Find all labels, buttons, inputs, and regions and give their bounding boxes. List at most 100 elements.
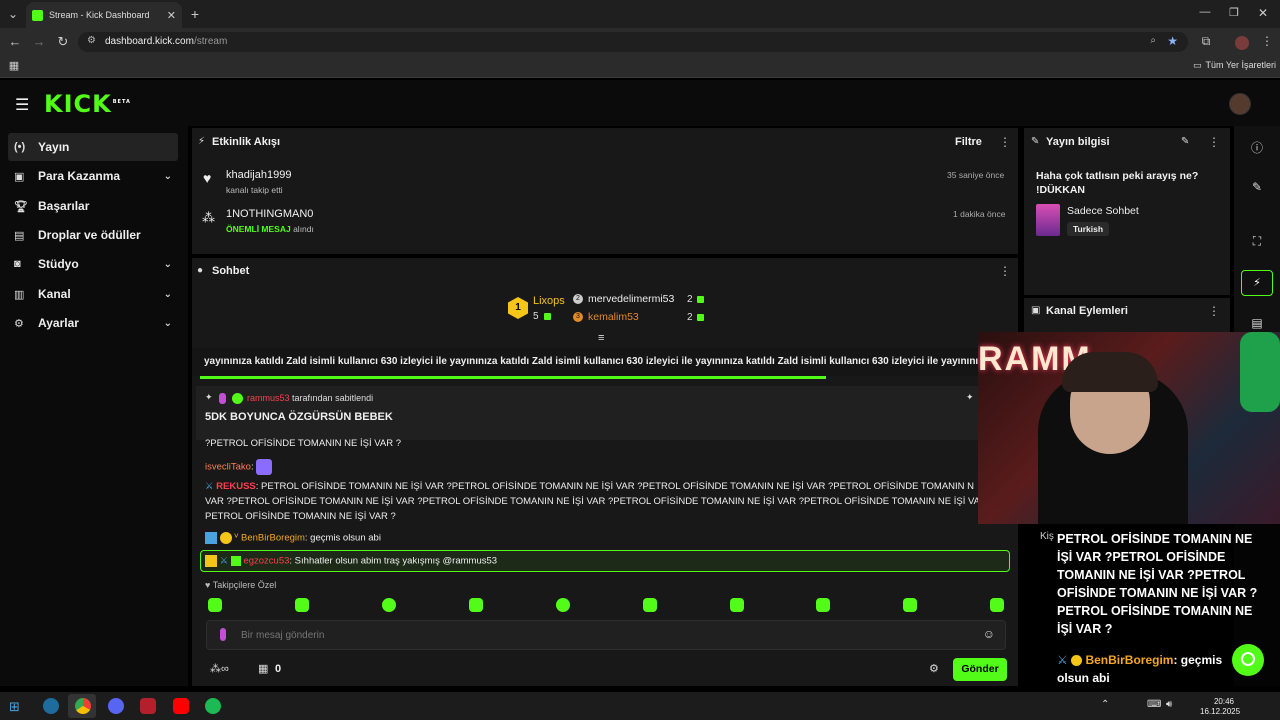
sidebar-item-achievements[interactable]: 🏆︎ Başarılar (8, 192, 178, 220)
kick-logo[interactable]: KICKBETA (44, 90, 131, 118)
profile-avatar[interactable] (1235, 36, 1249, 50)
sidebar-item-settings[interactable]: ⚙ Ayarlar ⌄ (8, 309, 178, 337)
info-icon[interactable]: ⓘ (1248, 139, 1266, 156)
emote-button[interactable] (382, 598, 396, 612)
expand-leaderboard-icon[interactable]: ≡ (598, 332, 604, 344)
chat-message: isvecliTako: (205, 459, 273, 475)
emote-button[interactable] (990, 598, 1004, 612)
emote-button[interactable] (643, 598, 657, 612)
send-button[interactable]: Gönder (953, 658, 1007, 681)
back-icon[interactable]: ← (6, 34, 24, 49)
zoom-icon[interactable]: ⌕ (1150, 35, 1156, 46)
all-bookmarks[interactable]: ▭ Tüm Yer İşaretleri (1193, 60, 1276, 71)
chat-colon: : (250, 461, 254, 473)
close-window-button[interactable]: ✕ (1254, 6, 1272, 20)
spotify-icon[interactable] (205, 698, 221, 714)
chrome-icon[interactable] (75, 698, 91, 714)
event-user[interactable]: 1NOTHINGMAN0 (226, 208, 313, 220)
cactus-decoration (1240, 332, 1280, 412)
url-bar[interactable]: ⚙ dashboard.kick.com/stream ⌕ ★ (78, 32, 1188, 52)
chat-username[interactable]: BenBirBoregim (241, 533, 305, 544)
apps-grid-icon[interactable]: ▦ (5, 59, 23, 72)
minimize-button[interactable]: — (1196, 6, 1214, 18)
chat-title: Sohbet (212, 265, 250, 277)
heart-icon: ♥ (205, 580, 211, 590)
youtube-icon[interactable] (173, 698, 189, 714)
quick-actions-icon[interactable]: ⚡︎ (1241, 270, 1273, 296)
crown-badge-icon (205, 555, 217, 567)
chat-bubble-fab[interactable] (1232, 644, 1264, 676)
close-tab-icon[interactable]: ✕ (167, 9, 176, 22)
category-thumbnail[interactable] (1036, 204, 1060, 236)
stream-info-more-icon[interactable]: ⋮ (1208, 135, 1220, 149)
sidebar-item-drops[interactable]: ▤ Droplar ve ödüller (8, 221, 178, 249)
chat-bubble-icon: ● (197, 265, 204, 276)
leaderboard-first-user[interactable]: Lixops (533, 295, 565, 307)
chat-input[interactable] (241, 627, 941, 644)
emote-button[interactable] (208, 598, 222, 612)
browser-menu-icon[interactable]: ⋮ (1258, 34, 1276, 48)
sidebar-item-monetization[interactable]: ▣ Para Kazanma ⌄ (8, 162, 178, 190)
verified-badge-icon (232, 393, 243, 404)
layout-icon[interactable]: ▤ (1248, 316, 1266, 330)
chest-icon[interactable]: ▦ (258, 662, 268, 675)
leaderboard-first-count: 5 (533, 311, 539, 322)
emoji-icon[interactable]: ☺ (983, 627, 995, 641)
category-name[interactable]: Sadece Sohbet (1067, 205, 1139, 217)
emote-button[interactable] (730, 598, 744, 612)
emote-button[interactable] (295, 598, 309, 612)
fullscreen-icon[interactable]: ⛶ (1248, 234, 1266, 249)
chat-username[interactable]: isvecliTako (205, 462, 251, 473)
activity-more-icon[interactable]: ⋮ (999, 135, 1011, 149)
user-avatar[interactable] (1229, 93, 1251, 115)
channel-points-icon[interactable]: ⁂∞ (210, 662, 229, 675)
chat-username[interactable]: REKUSS (216, 481, 256, 492)
sidebar-item-studio[interactable]: ◙ Stüdyo ⌄ (8, 250, 178, 278)
forward-icon[interactable]: → (30, 34, 48, 49)
tray-chevron-icon[interactable]: ⌃ (1101, 699, 1109, 710)
browser-tab[interactable]: Stream - Kick Dashboard ✕ (26, 2, 182, 28)
badge-icon: ⚔ (1057, 653, 1068, 667)
extensions-icon[interactable]: ⧉ (1197, 34, 1215, 49)
bolt-icon: ⚡︎ (198, 136, 206, 147)
event-user[interactable]: khadijah1999 (226, 169, 291, 181)
network-icon[interactable]: ⌨ (1147, 699, 1161, 710)
pinned-by-user[interactable]: rammus53 (247, 393, 290, 403)
leaderboard-third-count: 2 (687, 312, 693, 323)
discord-icon[interactable] (108, 698, 124, 714)
reload-icon[interactable]: ↻ (54, 34, 72, 50)
chat-message: ⚔ egzozcu53: Sıhhatler olsun abim traş y… (205, 555, 497, 567)
chat-input-box[interactable]: ☺ (206, 620, 1006, 650)
chat-more-icon[interactable]: ⋮ (999, 264, 1011, 278)
windows-start-icon[interactable]: ⊞ (9, 699, 20, 715)
unpin-icon[interactable]: ✦ (966, 392, 974, 403)
emote-button[interactable] (903, 598, 917, 612)
edit-pencil-icon[interactable]: ✎ (1181, 136, 1189, 147)
clock[interactable]: 20:46 16.12.2025 (1200, 697, 1240, 717)
sidebar-item-label: Stüdyo (38, 257, 79, 271)
hamburger-menu-icon[interactable]: ☰ (15, 95, 29, 115)
maximize-button[interactable]: ❐ (1225, 6, 1243, 19)
voicemeeter-icon[interactable] (140, 698, 156, 714)
channel-actions-more-icon[interactable]: ⋮ (1208, 304, 1220, 318)
sidebar-item-channel[interactable]: ▥ Kanal ⌄ (8, 280, 178, 308)
chat-settings-icon[interactable]: ⚙ (929, 662, 939, 675)
sidebar-item-stream[interactable]: (•) Yayın (8, 133, 178, 161)
volume-icon[interactable]: 🔊︎ (1166, 699, 1172, 710)
trophy-icon: 🏆︎ (14, 200, 28, 213)
emote-button[interactable] (556, 598, 570, 612)
chat-message-text: PETROL OFİSİNDE TOMANIN NE İŞİ VAR ? (205, 511, 396, 522)
leaderboard-third-user[interactable]: kemalim53 (588, 311, 639, 323)
filter-button[interactable]: Filtre (955, 136, 982, 148)
edit-icon[interactable]: ✎ (1248, 180, 1266, 194)
chat-username[interactable]: egzozcu53 (243, 556, 289, 567)
emote-button[interactable] (816, 598, 830, 612)
taskbar-app-icon[interactable] (43, 698, 59, 714)
emote-button[interactable] (469, 598, 483, 612)
tab-search-icon[interactable]: ⌄ (4, 7, 22, 21)
leaderboard-second-user[interactable]: mervedelimermi53 (588, 293, 674, 305)
webcam-overlay: RAMM (978, 332, 1280, 524)
site-info-icon[interactable]: ⚙ (87, 35, 96, 46)
bookmark-star-icon[interactable]: ★ (1167, 34, 1178, 48)
new-tab-button[interactable]: + (186, 6, 204, 22)
